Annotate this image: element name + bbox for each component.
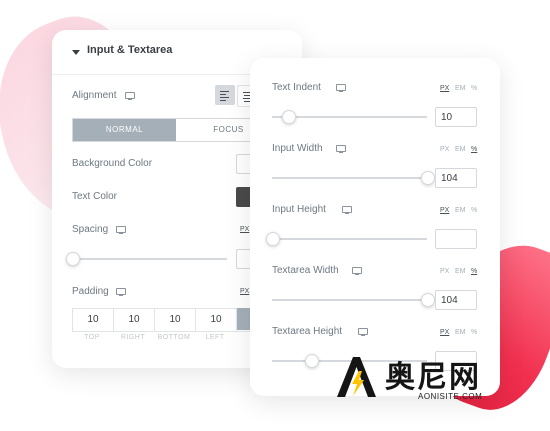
watermark-subtext: AONISITE.COM (418, 392, 483, 401)
align-left-button[interactable] (215, 85, 235, 105)
unit-px-option[interactable]: PX (440, 207, 449, 214)
unit-percent-option[interactable]: % (471, 85, 477, 92)
unit-px-option[interactable]: PX (440, 146, 449, 153)
number-input[interactable] (435, 229, 477, 249)
unit-percent-option[interactable]: % (471, 207, 477, 214)
spacing-slider-handle[interactable] (66, 252, 80, 266)
responsive-desktop-icon[interactable] (116, 288, 126, 296)
unit-percent-option[interactable]: % (471, 146, 477, 153)
padding-caption-top: TOP (84, 334, 100, 341)
alignment-label: Alignment (72, 90, 117, 101)
control-label: Input Height (272, 204, 326, 215)
slider-handle[interactable] (421, 171, 435, 185)
slider-track[interactable] (272, 177, 427, 179)
slider-handle[interactable] (421, 293, 435, 307)
padding-right-input[interactable]: 10 (114, 309, 155, 331)
padding-bottom-input[interactable]: 10 (155, 309, 196, 331)
number-input[interactable]: 104 (435, 290, 477, 310)
responsive-desktop-icon[interactable] (341, 206, 352, 214)
unit-percent-option[interactable]: % (471, 268, 477, 275)
caret-down-icon (72, 50, 80, 55)
slider-track[interactable] (272, 238, 427, 240)
unit-em-option[interactable]: EM (455, 329, 466, 336)
number-input[interactable]: 10 (435, 107, 477, 127)
control-label: Textarea Width (272, 265, 339, 276)
tab-normal[interactable]: NORMAL (73, 119, 176, 141)
slider-handle[interactable] (266, 232, 280, 246)
padding-caption-bottom: BOTTOM (157, 334, 191, 341)
responsive-desktop-icon[interactable] (336, 145, 347, 153)
padding-unit-px[interactable]: PX (240, 288, 249, 295)
responsive-desktop-icon[interactable] (352, 267, 363, 275)
responsive-desktop-icon[interactable] (336, 84, 347, 92)
padding-top-input[interactable]: 10 (73, 309, 114, 331)
responsive-desktop-icon[interactable] (116, 226, 126, 234)
unit-em-option[interactable]: EM (455, 207, 466, 214)
padding-caption-right: RIGHT (120, 334, 146, 341)
spacing-slider-track[interactable] (72, 258, 227, 260)
control-label: Text Indent (272, 82, 321, 93)
padding-label: Padding (72, 286, 109, 297)
padding-caption-left: LEFT (205, 334, 225, 341)
padding-left-input[interactable]: 10 (196, 309, 237, 331)
size-controls-panel: Text Indent PX EM% 10 Input Width PX EM% 104 Inp… (250, 58, 500, 396)
section-title: Input & Textarea (87, 44, 173, 56)
watermark-text: 奥尼网 (385, 361, 481, 394)
unit-percent-option[interactable]: % (471, 329, 477, 336)
control-label: Textarea Height (272, 326, 343, 337)
background-color-label: Background Color (72, 158, 153, 169)
slider-track[interactable] (272, 299, 427, 301)
unit-em-option[interactable]: EM (455, 146, 466, 153)
slider-handle[interactable] (281, 110, 296, 124)
text-color-label: Text Color (72, 191, 118, 202)
unit-em-option[interactable]: EM (455, 85, 466, 92)
spacing-unit-px[interactable]: PX (240, 226, 249, 233)
spacing-label: Spacing (72, 224, 109, 235)
slider-handle[interactable] (304, 354, 319, 368)
unit-px-option[interactable]: PX (440, 329, 449, 336)
unit-em-option[interactable]: EM (455, 268, 466, 275)
padding-dimensions: 10 10 10 10 (72, 308, 264, 332)
unit-px-option[interactable]: PX (440, 85, 449, 92)
unit-px-option[interactable]: PX (440, 268, 449, 275)
watermark-logo-icon (337, 357, 376, 397)
responsive-desktop-icon[interactable] (125, 92, 135, 100)
control-label: Input Width (272, 143, 323, 154)
responsive-desktop-icon[interactable] (357, 328, 368, 336)
number-input[interactable]: 104 (435, 168, 477, 188)
